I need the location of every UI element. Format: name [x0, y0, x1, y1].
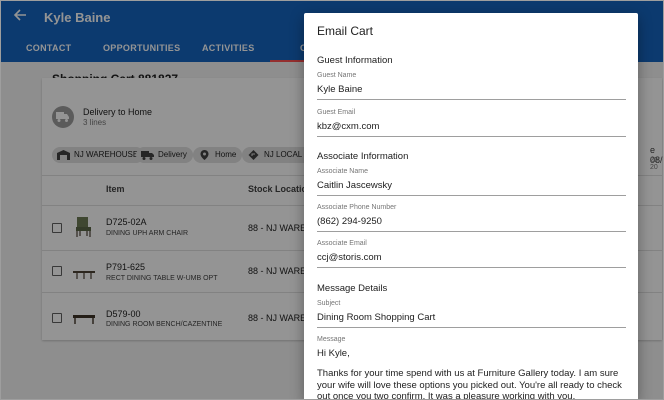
field-underline — [317, 195, 626, 196]
field-underline — [317, 267, 626, 268]
message-body[interactable]: Thanks for your time spend with us at Fu… — [317, 368, 629, 400]
field-value[interactable]: Caitlin Jascewsky — [317, 180, 392, 191]
field-value[interactable]: kbz@cxm.com — [317, 121, 379, 132]
field-underline — [317, 99, 626, 100]
field-label: Subject — [317, 300, 341, 307]
field-value[interactable]: ccj@storis.com — [317, 252, 382, 263]
field-label: Associate Name — [317, 168, 368, 175]
message-field[interactable]: Message — [317, 336, 626, 343]
field-underline — [317, 231, 626, 232]
email-cart-dialog: Email Cart Guest Information Guest Name … — [304, 13, 638, 400]
message-greeting[interactable]: Hi Kyle, — [317, 348, 350, 359]
dialog-title: Email Cart — [317, 24, 374, 38]
section-associate-information: Associate Information — [317, 151, 409, 162]
field-label: Associate Email — [317, 240, 367, 247]
field-label: Associate Phone Number — [317, 204, 397, 211]
section-guest-information: Guest Information — [317, 55, 393, 66]
field-label: Message — [317, 336, 346, 343]
field-underline — [317, 327, 626, 328]
field-underline — [317, 136, 626, 137]
field-label: Guest Email — [317, 109, 356, 116]
field-label: Guest Name — [317, 72, 357, 79]
field-value[interactable]: (862) 294-9250 — [317, 216, 382, 227]
section-message-details: Message Details — [317, 283, 388, 294]
field-value[interactable]: Kyle Baine — [317, 84, 362, 95]
field-value[interactable]: Dining Room Shopping Cart — [317, 312, 435, 323]
